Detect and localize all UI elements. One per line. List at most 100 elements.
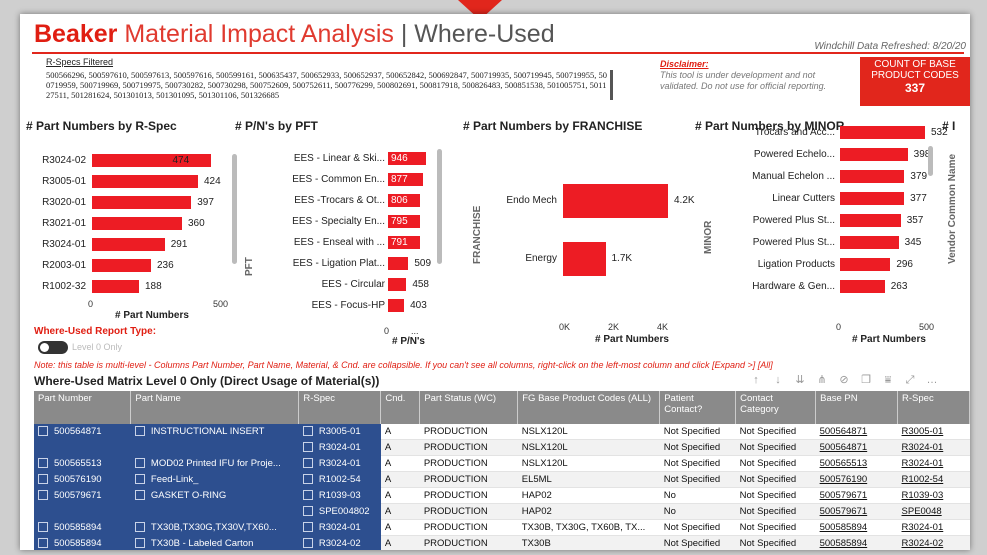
column-header[interactable]: Part Number [34,391,132,424]
column-header[interactable]: Part Name [130,391,300,424]
table-row[interactable]: 500579671 GASKET O-RING R1039-03 A PRODUCTIO… [34,487,970,504]
table-cell [130,503,299,520]
column-header[interactable]: Part Status (WC) [419,391,519,424]
chart-bar [840,280,885,293]
bar-label: Powered Plus St... [752,214,835,226]
expand-collapse-icon[interactable] [302,474,313,485]
expand-collapse-icon[interactable] [38,474,48,485]
where-used-table: Part Number Part Name R-Spec Cnd. Part Statu… [34,391,970,550]
table-row[interactable]: 500585894 TX30B,TX30G,TX30V,TX60... R3024-… [34,519,970,536]
table-cell[interactable]: R3024-01 [897,439,970,456]
table-cell[interactable]: SPE0048 [897,503,970,520]
table-cell: R3024-01 [298,455,381,472]
table-cell[interactable]: 500576190 [815,471,898,488]
table-cell: A [380,503,420,520]
pin-icon[interactable]: ⊘ [834,372,854,388]
table-row[interactable]: R3024-01 A PRODUCTION NSLX120L Not Specified… [34,439,970,456]
column-header[interactable]: Patient Contact? [659,391,737,424]
scrollbar-chart-minor[interactable] [928,146,933,176]
expand-collapse-icon[interactable] [302,426,313,437]
table-cell[interactable]: R3024-01 [897,455,970,472]
expand-collapse-icon[interactable] [134,426,145,437]
y-axis-title: PFT [244,257,255,276]
drill-up-icon[interactable]: ↑ [746,372,766,388]
table-row[interactable]: 500565513 MOD02 Printed IFU for Proje... R… [34,455,970,472]
expand-all-icon[interactable]: ⇊ [790,372,810,388]
bar-label: EES - Focus-HP [311,299,385,311]
x-axis-title: # Part Numbers [852,334,926,345]
table-cell[interactable]: R3005-01 [897,424,970,440]
column-header[interactable]: FG Base Product Codes (ALL) [517,391,661,424]
expand-collapse-icon[interactable] [302,490,313,501]
table-cell[interactable]: 500564871 [815,439,898,456]
bar-label: Linear Cutters [772,192,835,204]
level0-toggle[interactable] [38,341,68,354]
base-product-count-card: COUNT OF BASE PRODUCT CODES 337 [860,57,970,106]
expand-collapse-icon[interactable] [134,474,145,485]
column-header[interactable]: Base PN [815,391,899,424]
table-cell: R1002-54 [298,471,381,488]
cell-text: INSTRUCTIONAL INSERT [150,426,265,437]
column-header[interactable]: R-Spec [298,391,382,424]
expand-collapse-icon[interactable] [38,538,48,549]
table-cell: A [380,519,420,536]
table-cell[interactable]: 500564871 [815,424,898,440]
expand-collapse-icon[interactable] [302,506,313,517]
expand-collapse-icon[interactable] [134,538,145,549]
cell-text: 500585894 [819,522,868,533]
expand-collapse-icon[interactable] [134,490,145,501]
table-cell[interactable]: 500565513 [815,455,898,472]
table-cell: No [659,503,736,520]
bar-value-label: 474 [172,154,190,166]
scrollbar-chart-rspec[interactable] [232,154,237,264]
bar-value-label: 532 [931,126,948,138]
cell-text: Not Specified [663,474,721,485]
expand-collapse-icon[interactable] [302,458,313,469]
table-cell: 500585894 [34,535,131,550]
bar-label: EES - Circular [321,278,385,290]
expand-collapse-icon[interactable] [302,538,313,549]
focus-mode-icon[interactable]: ⤢ [900,372,920,388]
rspecs-list[interactable]: 500566296, 500597610, 500597613, 5005976… [46,70,613,100]
expand-collapse-icon[interactable] [38,490,48,501]
table-cell[interactable]: 500585894 [815,535,898,550]
expand-collapse-icon[interactable] [302,522,313,533]
table-cell[interactable]: R3024-02 [897,535,970,550]
expand-collapse-icon[interactable] [38,522,48,533]
drill-down-icon[interactable]: ↓ [768,372,788,388]
table-cell[interactable]: R1039-03 [897,487,970,504]
table-cell: Not Specified [735,455,816,472]
table-cell[interactable]: 500585894 [815,519,898,536]
expand-collapse-icon[interactable] [302,442,313,453]
bar-label: Trocars and Acc... [754,126,835,138]
expand-collapse-icon[interactable] [134,522,145,533]
cell-text: R3024-01 [318,442,361,453]
cell-text: R3024-02 [901,538,944,549]
expand-collapse-icon[interactable] [134,458,145,469]
table-cell[interactable]: R1002-54 [897,471,970,488]
where-used-table-wrap[interactable]: Part Number Part Name R-Spec Cnd. Part Statu… [34,391,970,550]
column-header[interactable]: Cnd. [380,391,421,424]
table-cell[interactable]: R3024-01 [897,519,970,536]
copy-icon[interactable]: ❐ [856,372,876,388]
table-row[interactable]: 500564871 INSTRUCTIONAL INSERT R3005-01 A PR… [34,424,970,440]
table-cell[interactable]: 500579671 [815,503,898,520]
column-header[interactable]: R-Spec [897,391,970,424]
table-row[interactable]: SPE004802 A PRODUCTION HAP02 No Not Specified… [34,503,970,520]
chart-bar [840,214,901,227]
scrollbar-chart-pft[interactable] [437,149,442,264]
column-header[interactable]: Contact Category [735,391,817,424]
table-row[interactable]: 500585894 TX30B - Labeled Carton R3024-02 A… [34,535,970,550]
expand-hierarchy-icon[interactable]: ⋔ [812,372,832,388]
axis-title-vendor: Vendor Common Name [947,153,958,264]
cell-text: 500564871 [819,442,868,453]
expand-collapse-icon[interactable] [38,458,48,469]
chart-bar [563,242,606,276]
expand-collapse-icon[interactable] [38,426,48,437]
more-options-icon[interactable]: … [922,372,942,388]
table-body: 500564871 INSTRUCTIONAL INSERT R3005-01 A PR… [34,424,970,550]
filter-icon[interactable]: ⩸ [878,372,898,388]
table-row[interactable]: 500576190 Feed-Link_ R1002-54 A PRODUCTION EL… [34,471,970,488]
chart-bar [92,196,192,209]
table-cell[interactable]: 500579671 [815,487,898,504]
